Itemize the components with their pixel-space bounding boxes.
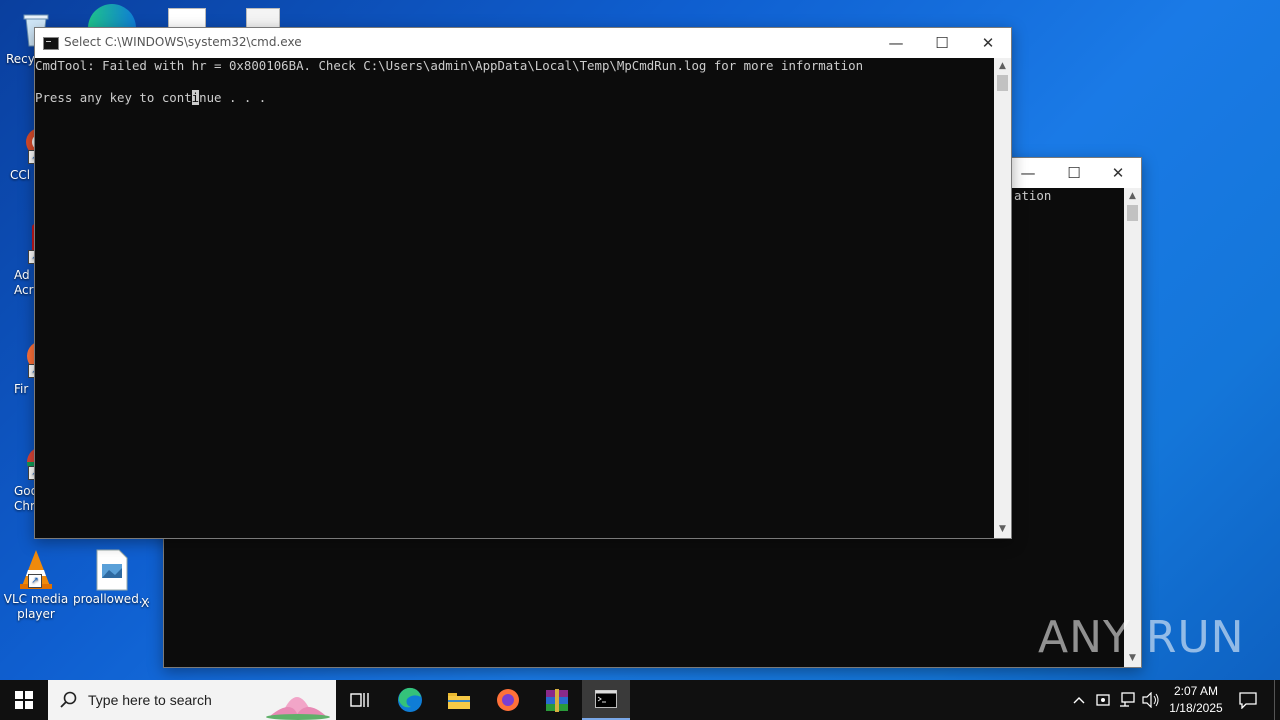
folder-icon — [448, 693, 470, 709]
taskbar-firefox[interactable] — [484, 680, 532, 720]
notification-center-button[interactable] — [1228, 680, 1268, 720]
scroll-down-arrow-icon[interactable]: ▼ — [994, 521, 1011, 538]
tray-volume-button[interactable] — [1140, 680, 1162, 720]
desktop-icon-label: VLC media player — [3, 592, 69, 621]
taskbar-cmd-active[interactable] — [582, 680, 630, 720]
maximize-button[interactable]: ☐ — [919, 28, 965, 58]
task-view-icon — [350, 693, 369, 707]
tray-network-button[interactable] — [1116, 680, 1138, 720]
taskbar: Type here to search 2:07 AM 1/18/2025 — [0, 680, 1280, 720]
notification-icon — [1239, 692, 1257, 709]
desktop-icon-partial-edge[interactable] — [88, 4, 136, 28]
cmd-icon — [43, 37, 59, 50]
console-scrollbar[interactable]: ▲ ▼ — [994, 58, 1011, 538]
desktop: Recy ↗ CCl ↗ Ad Acr ↗ Fir ↗ Goo Chr ↗ — [0, 0, 1280, 680]
prompt-text-before: Press any key to cont — [35, 90, 192, 105]
background-console-text: ation — [1014, 188, 1052, 203]
minimize-button[interactable]: — — [873, 28, 919, 58]
show-hidden-icons-button[interactable] — [1068, 680, 1090, 720]
search-placeholder: Type here to search — [88, 692, 212, 708]
search-icon — [60, 691, 77, 708]
start-button[interactable] — [0, 680, 48, 720]
close-button[interactable]: ✕ — [1095, 158, 1141, 188]
text-cursor: i — [191, 90, 200, 105]
close-button[interactable]: ✕ — [965, 28, 1011, 58]
taskbar-winrar[interactable] — [533, 680, 581, 720]
scroll-thumb[interactable] — [1127, 205, 1138, 221]
windows-logo-icon — [15, 691, 33, 709]
scroll-up-arrow-icon[interactable]: ▲ — [1124, 188, 1141, 205]
edge-icon — [398, 687, 422, 712]
window-title: Select C:\WINDOWS\system32\cmd.exe — [64, 35, 302, 49]
clock-date: 1/18/2025 — [1169, 701, 1223, 715]
cmd-window[interactable]: Select C:\WINDOWS\system32\cmd.exe — ☐ ✕… — [34, 27, 1012, 539]
speaker-icon — [1142, 692, 1159, 708]
cmd-window-titlebar[interactable]: Select C:\WINDOWS\system32\cmd.exe — ☐ ✕ — [35, 28, 1011, 58]
firefox-icon — [497, 689, 519, 711]
shortcut-arrow-icon: ↗ — [28, 574, 42, 588]
clock-time: 2:07 AM — [1173, 684, 1219, 698]
taskbar-edge[interactable] — [386, 680, 434, 720]
desktop-icon-x[interactable]: X — [125, 582, 165, 611]
lotus-decoration-icon — [266, 697, 330, 720]
console-line-prompt: Press any key to continue . . . — [35, 90, 266, 106]
maximize-button[interactable]: ☐ — [1051, 158, 1097, 188]
background-console-scrollbar[interactable]: ▲ ▼ — [1124, 188, 1141, 667]
tray-security-button[interactable] — [1092, 680, 1114, 720]
security-icon — [1096, 694, 1110, 706]
vlc-cone-icon: ↗ — [16, 548, 56, 589]
console-line-error: CmdTool: Failed with hr = 0x800106BA. Ch… — [35, 58, 864, 73]
scroll-thumb[interactable] — [997, 75, 1008, 91]
show-desktop-button[interactable] — [1274, 680, 1280, 720]
anyrun-watermark: ANY RUN — [1038, 612, 1245, 663]
clock-button[interactable]: 2:07 AM 1/18/2025 — [1164, 680, 1228, 720]
taskbar-search-box[interactable]: Type here to search — [48, 680, 336, 720]
winrar-icon — [546, 689, 568, 712]
scroll-up-arrow-icon[interactable]: ▲ — [994, 58, 1011, 75]
chevron-up-icon — [1073, 697, 1085, 704]
desktop-icon-vlc[interactable]: ↗ VLC media player — [0, 548, 74, 622]
task-view-button[interactable] — [336, 680, 384, 720]
taskbar-file-explorer[interactable] — [435, 680, 483, 720]
console-output[interactable]: CmdTool: Failed with hr = 0x800106BA. Ch… — [35, 58, 994, 538]
cmd-icon — [595, 690, 617, 708]
prompt-text-after: nue . . . — [199, 90, 267, 105]
network-icon — [1120, 692, 1135, 707]
desktop-icon-label: X — [140, 596, 150, 610]
